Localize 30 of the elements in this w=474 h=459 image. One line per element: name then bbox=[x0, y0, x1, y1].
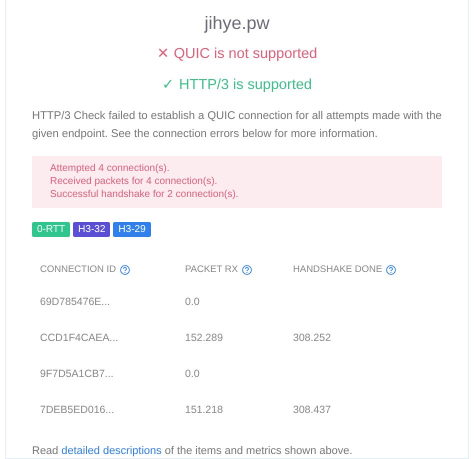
help-icon[interactable] bbox=[386, 265, 396, 275]
table-cell: 308.252 bbox=[293, 332, 331, 344]
alert-line: Attempted 4 connection(s). bbox=[50, 162, 171, 175]
description-text: HTTP/3 Check failed to establish a QUIC connection for all attempts made with the given endpoint. See the connection errors below for more information. bbox=[32, 109, 442, 142]
footer-text: Read detailed descriptions of the items and metrics shown above. bbox=[32, 444, 354, 459]
descriptions-link[interactable]: detailed descriptions bbox=[61, 445, 162, 457]
protocol-tag: 0-RTT bbox=[32, 222, 70, 237]
protocol-tag: H3-29 bbox=[113, 222, 151, 237]
table-cell: 152.289 bbox=[185, 332, 223, 344]
column-header: HANDSHAKE DONE bbox=[293, 262, 382, 277]
table-cell: CCD1F4CAEA... bbox=[40, 332, 118, 344]
protocol-tag: H3-32 bbox=[73, 222, 110, 237]
help-icon[interactable] bbox=[120, 265, 130, 275]
table-cell: 7DEB5ED016... bbox=[40, 404, 114, 416]
site-title: jihye.pw bbox=[203, 12, 271, 34]
help-icon[interactable] bbox=[242, 265, 252, 275]
table-cell: 0.0 bbox=[185, 296, 200, 308]
table-cell: 151.218 bbox=[185, 404, 223, 416]
alert-line: Received packets for 4 connection(s). bbox=[50, 175, 218, 188]
column-header: PACKET RX bbox=[185, 262, 238, 277]
status-text: QUIC is not supported bbox=[174, 46, 318, 62]
table-cell: 0.0 bbox=[185, 368, 200, 380]
cross-icon: ✕ bbox=[156, 46, 170, 62]
check-icon: ✓ bbox=[162, 77, 175, 93]
table-cell: 308.437 bbox=[293, 404, 331, 416]
table-cell: 9F7D5A1CB7... bbox=[40, 368, 114, 380]
status-text: HTTP/3 is supported bbox=[179, 77, 312, 93]
column-header: CONNECTION ID bbox=[40, 262, 116, 277]
table-cell: 69D785476E... bbox=[40, 296, 110, 308]
alert-line: Successful handshake for 2 connection(s). bbox=[50, 188, 240, 201]
